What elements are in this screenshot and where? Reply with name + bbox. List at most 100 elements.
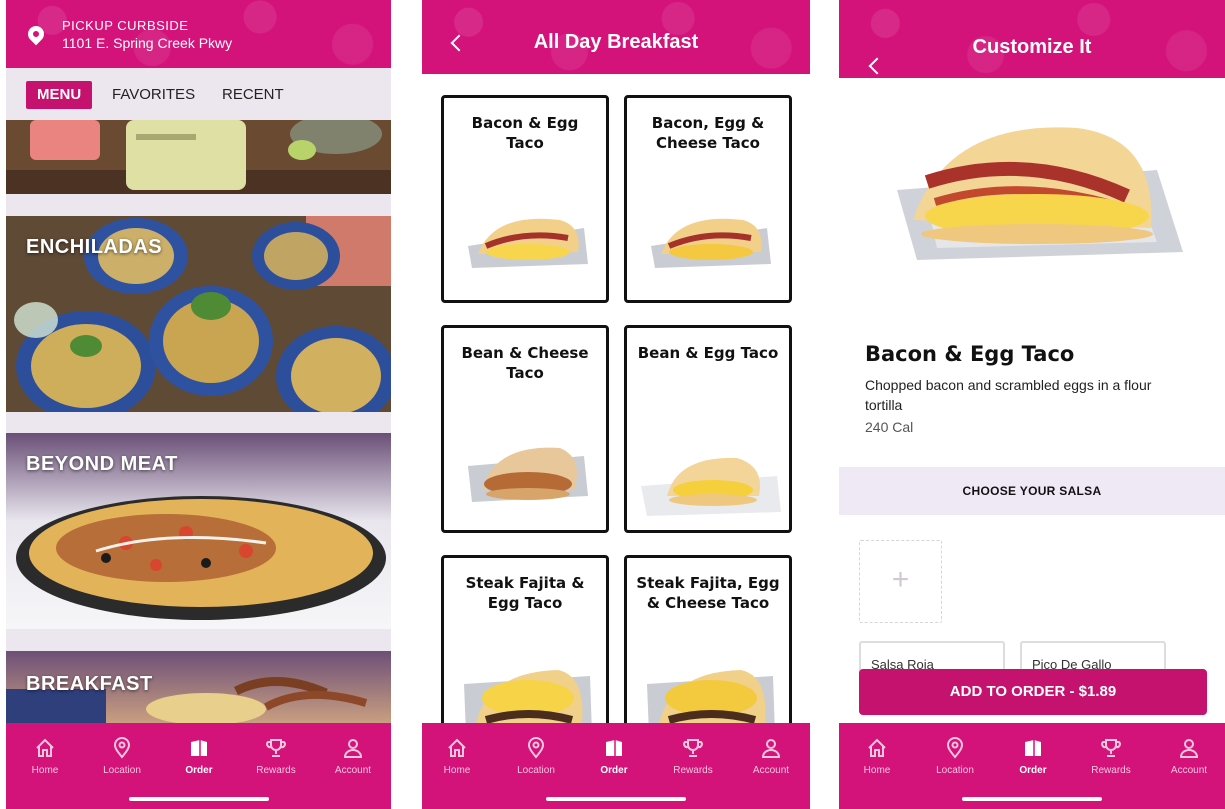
category-label-beyond-meat: BEYOND MEAT	[26, 453, 178, 475]
menu-item-card[interactable]: Bacon, Egg & Cheese Taco	[624, 95, 792, 303]
nav-label-order: Order	[185, 765, 213, 776]
nav-location[interactable]: Location	[923, 737, 987, 776]
location-pin-icon	[527, 737, 545, 759]
nav-rewards[interactable]: Rewards	[1079, 737, 1143, 776]
nav-label-rewards: Rewards	[1091, 765, 1131, 776]
person-icon	[761, 739, 781, 758]
bottom-nav: Home Location Order Rewards Account	[6, 723, 391, 809]
bag-icon	[1025, 740, 1041, 756]
separator	[6, 629, 391, 651]
menu-tabs: MENU FAVORITES RECENT	[6, 68, 391, 120]
nav-label-rewards: Rewards	[256, 765, 296, 776]
nav-label-order: Order	[600, 765, 628, 776]
nav-account[interactable]: Account	[1157, 737, 1221, 776]
bag-icon	[606, 740, 622, 756]
taco-image	[641, 457, 781, 516]
person-icon	[343, 739, 363, 758]
category-label-enchiladas: ENCHILADAS	[26, 236, 163, 258]
nav-label-account: Account	[752, 765, 790, 776]
nav-order[interactable]: Order	[1001, 737, 1065, 776]
nav-rewards[interactable]: Rewards	[661, 737, 725, 776]
menu-item-name: Bean & Egg Taco	[637, 344, 779, 362]
section-header-salsa: CHOOSE YOUR SALSA	[839, 467, 1225, 515]
home-indicator	[546, 797, 686, 801]
product-calories: 240 Cal	[865, 419, 914, 435]
trophy-icon	[683, 739, 703, 757]
pickup-label: PICKUP CURBSIDE	[62, 18, 189, 33]
category-enchiladas[interactable]: ENCHILADAS	[6, 216, 391, 412]
category-beyond-meat[interactable]: BEYOND MEAT	[6, 433, 391, 629]
product-description: Chopped bacon and scrambled eggs in a fl…	[865, 377, 1152, 413]
nav-location[interactable]: Location	[90, 737, 154, 776]
separator	[6, 412, 391, 433]
pickup-address: 1101 E. Spring Creek Pkwy	[62, 35, 233, 51]
nav-label-order: Order	[1019, 765, 1047, 776]
nav-account[interactable]: Account	[739, 737, 803, 776]
plus-icon: +	[891, 563, 910, 596]
nav-label-location: Location	[517, 765, 555, 776]
person-icon	[1179, 739, 1199, 758]
home-indicator	[962, 797, 1102, 801]
menu-item-name: Bean & Cheese Taco	[461, 344, 589, 382]
nav-account[interactable]: Account	[321, 737, 385, 776]
menu-screen: PICKUP CURBSIDE 1101 E. Spring Creek Pkw…	[6, 0, 391, 809]
taco-image	[651, 218, 771, 268]
pickup-header[interactable]: PICKUP CURBSIDE 1101 E. Spring Creek Pkw…	[6, 0, 391, 68]
nav-label-account: Account	[1170, 765, 1208, 776]
trophy-icon	[1101, 739, 1121, 757]
category-breakfast[interactable]: BREAKFAST	[6, 651, 391, 723]
customize-screen: Customize It Bacon & Egg Taco Chopped ba…	[839, 0, 1225, 809]
home-icon	[868, 738, 886, 757]
nav-label-location: Location	[103, 765, 141, 776]
breakfast-screen: All Day Breakfast Bacon & Egg Taco Bacon…	[422, 0, 810, 809]
category-label-breakfast: BREAKFAST	[26, 673, 153, 695]
nav-rewards[interactable]: Rewards	[244, 737, 308, 776]
nav-label-home: Home	[443, 765, 471, 776]
nav-location[interactable]: Location	[504, 737, 568, 776]
menu-item-name: Bacon, Egg & Cheese Taco	[651, 114, 765, 152]
nav-label-account: Account	[334, 765, 372, 776]
nav-order[interactable]: Order	[167, 737, 231, 776]
nav-home[interactable]: Home	[425, 737, 489, 776]
home-icon	[448, 738, 466, 757]
location-pin-icon	[24, 22, 48, 46]
add-salsa-slot[interactable]: +	[859, 540, 942, 623]
nav-label-location: Location	[936, 765, 974, 776]
nav-home[interactable]: Home	[845, 737, 909, 776]
drinks-photo	[6, 120, 391, 194]
product-name: Bacon & Egg Taco	[865, 342, 1075, 366]
nav-label-home: Home	[31, 765, 59, 776]
menu-item-card[interactable]: Bean & Cheese Taco	[441, 325, 609, 533]
menu-item-name: Bacon & Egg Taco	[471, 114, 579, 152]
taco-image	[468, 218, 588, 268]
menu-item-card[interactable]: Bacon & Egg Taco	[441, 95, 609, 303]
trophy-icon	[266, 739, 286, 757]
nav-label-rewards: Rewards	[673, 765, 713, 776]
home-icon	[36, 738, 54, 757]
customize-header: Customize It	[839, 0, 1225, 78]
breakfast-header: All Day Breakfast	[422, 0, 810, 74]
separator	[6, 194, 391, 216]
home-indicator	[128, 797, 269, 801]
taco-image	[468, 447, 588, 502]
product-image	[897, 127, 1183, 260]
nav-order[interactable]: Order	[582, 737, 646, 776]
tab-favorites[interactable]: FAVORITES	[112, 81, 195, 109]
nav-label-home: Home	[863, 765, 891, 776]
bag-icon	[191, 740, 207, 756]
menu-item-name: Steak Fajita, Egg & Cheese Taco	[636, 574, 780, 612]
page-title: Customize It	[972, 36, 1092, 58]
page-title: All Day Breakfast	[533, 31, 699, 53]
bottom-nav: Home Location Order Rewards Account	[839, 723, 1225, 809]
location-pin-icon	[946, 737, 964, 759]
back-icon[interactable]	[868, 57, 886, 75]
location-pin-icon	[113, 737, 131, 759]
add-to-order-button[interactable]: ADD TO ORDER - $1.89	[859, 669, 1207, 715]
tab-recent[interactable]: RECENT	[222, 81, 284, 109]
menu-item-name: Steak Fajita & Egg Taco	[465, 574, 585, 612]
bottom-nav: Home Location Order Rewards Account	[422, 723, 810, 809]
category-drinks-image[interactable]	[6, 120, 391, 194]
menu-item-card[interactable]: Bean & Egg Taco	[624, 325, 792, 533]
tab-menu[interactable]: MENU	[26, 81, 93, 109]
nav-home[interactable]: Home	[13, 737, 77, 776]
